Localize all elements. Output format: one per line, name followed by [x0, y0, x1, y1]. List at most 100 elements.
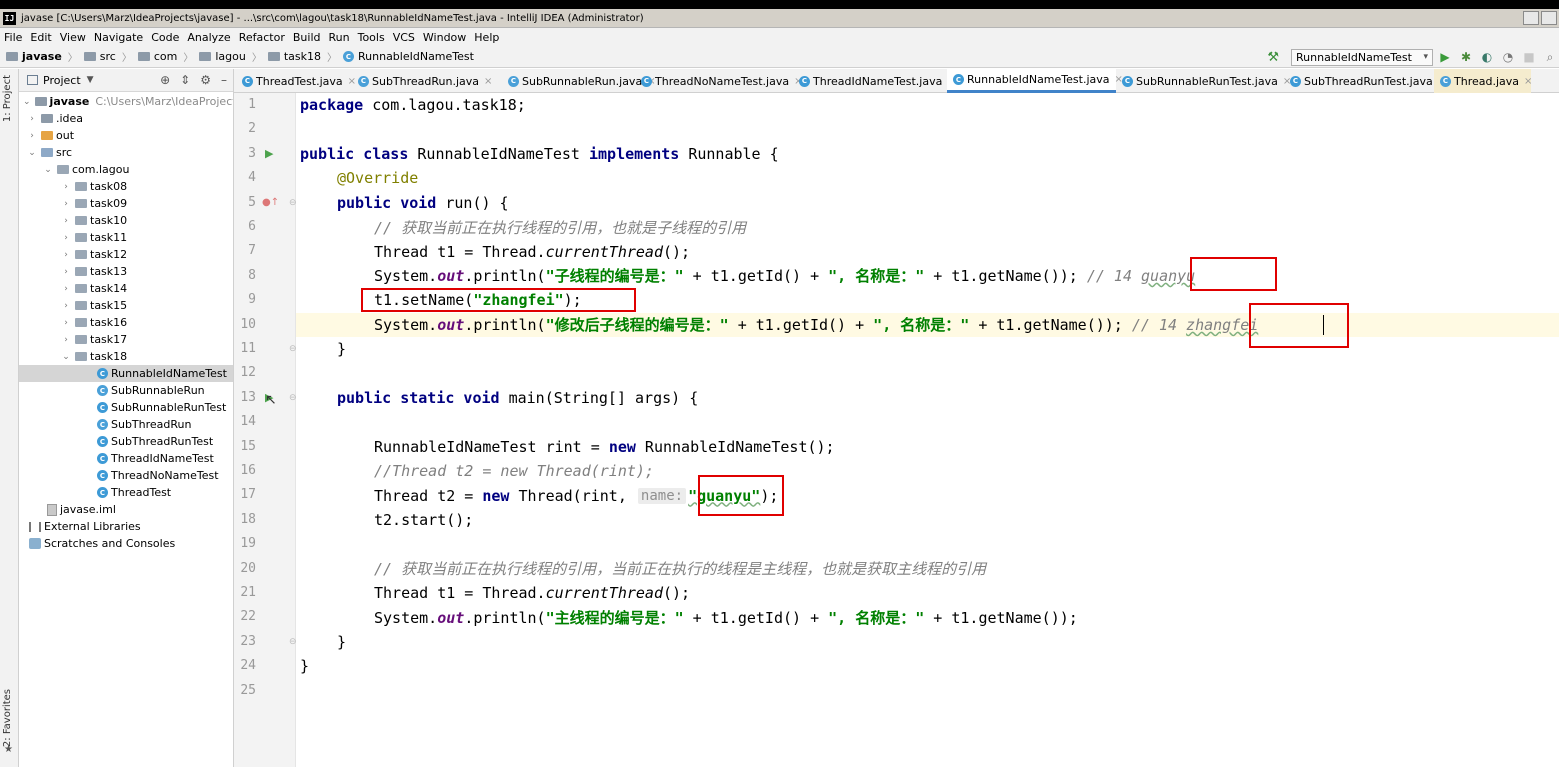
tree-item-label: task10 [90, 214, 128, 227]
line-number: 25 [240, 682, 256, 698]
hide-icon[interactable]: – [221, 73, 227, 87]
menu-vcs[interactable]: VCS [393, 31, 415, 44]
locate-icon[interactable]: ⊕ [160, 73, 170, 87]
tab-Thread[interactable]: C Thread.java × [1434, 69, 1532, 93]
run-configuration-select[interactable]: RunnableIdNameTest ▾ [1291, 48, 1433, 66]
mouse-cursor-icon: ↖ [265, 392, 277, 408]
menu-edit[interactable]: Edit [30, 31, 51, 44]
menu-navigate[interactable]: Navigate [94, 31, 143, 44]
tree-item-SubThreadRun[interactable]: C SubThreadRun [19, 416, 233, 433]
tree-item-ThreadTest[interactable]: C ThreadTest [19, 484, 233, 501]
coverage-icon[interactable]: ◐ [1478, 48, 1496, 66]
breadcrumb-src[interactable]: src [83, 50, 116, 63]
tab-ThreadNoNameTest[interactable]: CThreadNoNameTest.java× [635, 69, 802, 93]
close-icon[interactable]: × [1524, 76, 1532, 87]
tree-item-out[interactable]: › out [19, 127, 233, 144]
tree-item-external-libraries[interactable]: External Libraries [19, 518, 233, 535]
run-gutter-icon[interactable]: ▶ [265, 142, 273, 166]
close-icon[interactable]: × [484, 76, 492, 87]
code-line-1: package com.lagou.task18; [300, 96, 526, 115]
tree-item-RunnableIdNameTest[interactable]: C RunnableIdNameTest [19, 365, 233, 382]
tree-item-com-lagou[interactable]: ⌄ com.lagou [19, 161, 233, 178]
tree-item-task12[interactable]: › task12 [19, 246, 233, 263]
menu-run[interactable]: Run [329, 31, 350, 44]
breadcrumb-project[interactable]: javase [6, 50, 62, 63]
breadcrumb-class[interactable]: C RunnableIdNameTest [343, 50, 474, 63]
tree-item-SubRunnableRun[interactable]: C SubRunnableRun [19, 382, 233, 399]
run-icon[interactable]: ▶ [1436, 48, 1454, 66]
tree-item-ThreadIdNameTest[interactable]: C ThreadIdNameTest [19, 450, 233, 467]
tree-item-javase-iml[interactable]: javase.iml [19, 501, 233, 518]
breadcrumb-task18[interactable]: task18 [267, 50, 321, 63]
code-line-15: RunnableIdNameTest rint = new RunnableId… [374, 437, 835, 456]
tree-item-src[interactable]: ⌄ src [19, 144, 233, 161]
line-number: 20 [240, 560, 256, 576]
breadcrumb-lagou[interactable]: lagou [199, 50, 246, 63]
editor-gutter[interactable]: 1 2 3 ▶ 4 5 ●↑ ⊖ 6 7 8 9 10 11 ⊖ 12 13 ▶… [234, 93, 297, 767]
tree-item-task10[interactable]: › task10 [19, 212, 233, 229]
tree-item-task18[interactable]: ⌄ task18 [19, 348, 233, 365]
editor-tabs: C ThreadTest.java × C SubThreadRun.java × CS… [234, 69, 1559, 93]
breadcrumb-com[interactable]: com [137, 50, 177, 63]
tab-ThreadIdNameTest[interactable]: CThreadIdNameTest.java× [793, 69, 956, 93]
line-number: 4 [248, 170, 256, 186]
menu-code[interactable]: Code [151, 31, 179, 44]
tab-RunnableIdNameTest[interactable]: C RunnableIdNameTest.java × [947, 69, 1123, 93]
search-icon[interactable]: ⌕ [1541, 48, 1559, 66]
tree-item-task16[interactable]: › task16 [19, 314, 233, 331]
breadcrumb-label: src [99, 50, 116, 63]
top-black-strip [0, 0, 1559, 9]
debug-icon[interactable]: ✱ [1457, 48, 1475, 66]
menu-help[interactable]: Help [474, 31, 499, 44]
build-hammer-icon[interactable]: ⚒ [1267, 50, 1279, 65]
profile-icon[interactable]: ◔ [1499, 48, 1517, 66]
tree-item-task13[interactable]: › task13 [19, 263, 233, 280]
implements-method-icon[interactable]: ●↑ [262, 191, 279, 215]
tree-item-idea[interactable]: › .idea [19, 110, 233, 127]
package-icon [75, 216, 87, 225]
tree-item-SubThreadRunTest[interactable]: C SubThreadRunTest [19, 433, 233, 450]
maximize-icon[interactable] [1541, 11, 1557, 25]
chevron-down-icon[interactable]: ▼ [87, 75, 94, 85]
tree-item-javase[interactable]: ⌄ javase C:\Users\Marz\IdeaProjects\java… [19, 93, 233, 110]
tree-item-task17[interactable]: › task17 [19, 331, 233, 348]
project-panel-title[interactable]: Project [43, 74, 81, 87]
stop-icon[interactable]: ■ [1520, 48, 1538, 66]
chevron-down-icon: ▾ [1423, 52, 1428, 62]
menu-window[interactable]: Window [423, 31, 466, 44]
minimize-icon[interactable] [1523, 11, 1539, 25]
tab-ThreadTest[interactable]: C ThreadTest.java × [236, 69, 356, 93]
tab-SubRunnableRunTest[interactable]: C SubRunnableRunTest.java × [1116, 69, 1291, 93]
menu-file[interactable]: File [4, 31, 22, 44]
menu-refactor[interactable]: Refactor [239, 31, 285, 44]
tree-item-task08[interactable]: › task08 [19, 178, 233, 195]
runnable-class-icon: C [97, 453, 108, 464]
tree-item-task09[interactable]: › task09 [19, 195, 233, 212]
project-tool-window-button[interactable]: 1: Project [2, 75, 13, 122]
chevron-right-icon: › [30, 113, 34, 124]
tree-item-SubRunnableRunTest[interactable]: C SubRunnableRunTest [19, 399, 233, 416]
chevron-down-icon: ⌄ [23, 96, 31, 107]
line-number: 10 [240, 316, 256, 332]
tree-item-scratches[interactable]: Scratches and Consoles [19, 535, 233, 552]
tab-SubThreadRunTest[interactable]: CSubThreadRunTest.java× [1284, 69, 1446, 93]
menu-analyze[interactable]: Analyze [187, 31, 230, 44]
favorites-tool-window-button[interactable]: 2: Favorites [2, 689, 13, 747]
gear-icon[interactable]: ⚙ [200, 73, 211, 87]
tree-item-task14[interactable]: › task14 [19, 280, 233, 297]
tree-item-task15[interactable]: › task15 [19, 297, 233, 314]
tree-item-task11[interactable]: › task11 [19, 229, 233, 246]
code-line-16: //Thread t2 = new Thread(rint); [374, 462, 654, 481]
menu-build[interactable]: Build [293, 31, 321, 44]
menu-view[interactable]: View [60, 31, 86, 44]
code-editor[interactable]: package com.lagou.task18; public class R… [296, 93, 1559, 767]
window-controls[interactable] [1523, 11, 1557, 25]
code-line-17: Thread t2 = new Thread(rint, name: "guany… [374, 486, 779, 505]
tree-item-ThreadNoNameTest[interactable]: C ThreadNoNameTest [19, 467, 233, 484]
collapse-all-icon[interactable]: ⇕ [180, 73, 190, 87]
tab-SubThreadRun[interactable]: C SubThreadRun.java × [352, 69, 502, 93]
chevron-right-icon: › [64, 232, 68, 243]
class-icon: C [641, 75, 652, 87]
tab-SubRunnableRun[interactable]: CSubRunnableRun.java× [502, 69, 656, 93]
menu-tools[interactable]: Tools [358, 31, 385, 44]
